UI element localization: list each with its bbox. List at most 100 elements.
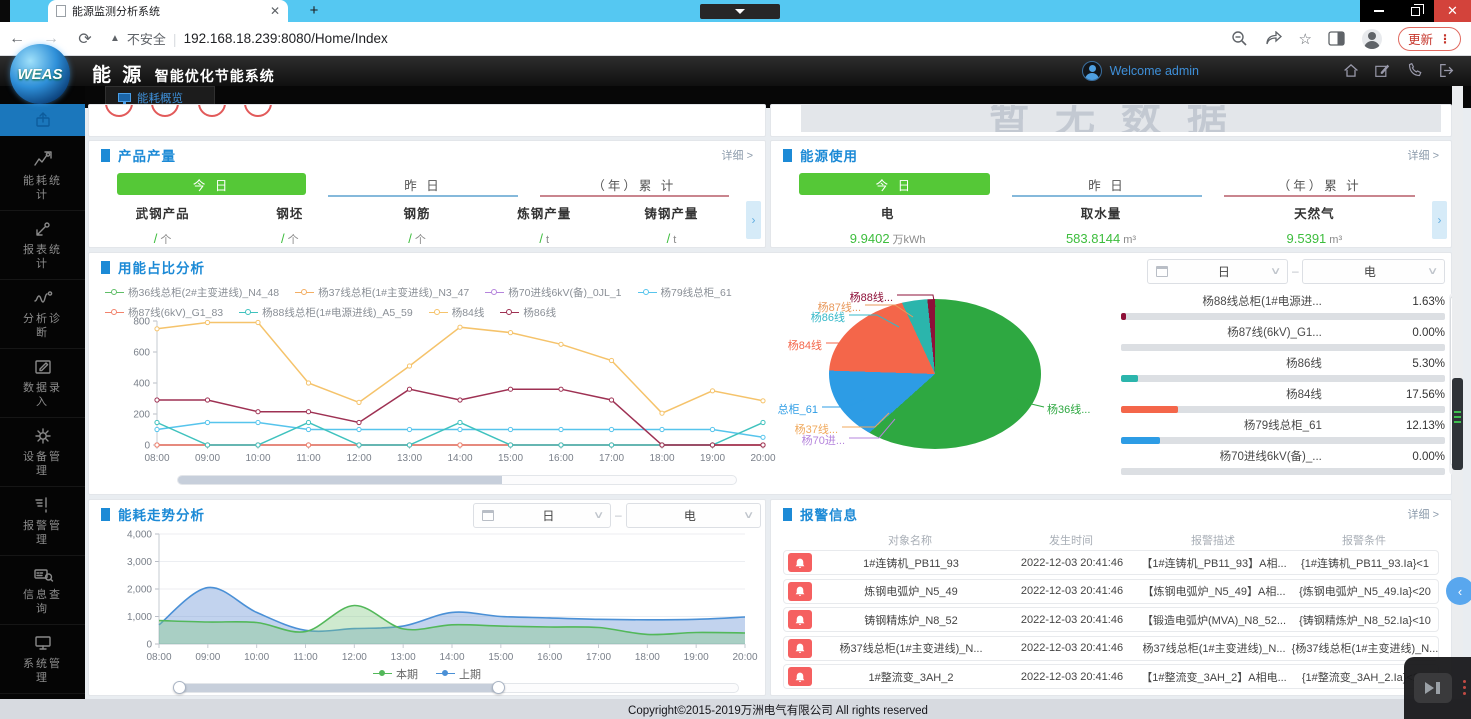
edit-icon[interactable] xyxy=(1375,63,1393,79)
alarm-desc: 【锻造电弧炉(MVA)_N8_52... xyxy=(1140,612,1288,628)
titlebar-dropdown-button[interactable] xyxy=(700,4,780,19)
pie-label: 杨86线 xyxy=(811,309,845,325)
logout-icon[interactable] xyxy=(1439,63,1457,79)
window-controls: ✕ xyxy=(1360,0,1471,22)
alarm-time: 2022-12-03 20:41:46 xyxy=(1004,585,1140,597)
share-icon[interactable] xyxy=(1265,30,1283,48)
legend-item[interactable]: 杨70进线6kV(备)_0JL_1 xyxy=(485,285,621,300)
gauge-icon xyxy=(151,104,179,117)
legend-dot-icon xyxy=(373,669,392,679)
sidebar-item-信息查询[interactable]: 信息查询 xyxy=(0,556,85,625)
recorder-pip-icon[interactable] xyxy=(1414,673,1452,703)
detail-link[interactable]: 详细 > xyxy=(722,147,753,163)
side-panel-icon[interactable] xyxy=(1328,30,1346,48)
svg-text:10:00: 10:00 xyxy=(245,453,270,464)
stat-钢筋: 钢筋 /个 xyxy=(353,203,480,247)
alarm-row[interactable]: 杨37线总柜(1#主变进线)_N... 2022-12-03 20:41:46 … xyxy=(783,636,1439,661)
legend-item[interactable]: 杨37线总柜(1#主变进线)_N3_47 xyxy=(295,285,469,300)
collapse-panel-button[interactable]: ‹ xyxy=(1446,577,1471,605)
browser-tab[interactable]: 能源监测分析系统 ✕ xyxy=(48,0,288,22)
scrollbar-thumb[interactable] xyxy=(1452,378,1463,470)
datazoom-handle[interactable] xyxy=(173,681,186,694)
gear-icon xyxy=(0,425,85,447)
tab-（年）累计[interactable]: （年）累 计 xyxy=(1224,173,1415,195)
menu-dots-icon[interactable]: ⋮ xyxy=(1439,32,1451,46)
restore-button[interactable] xyxy=(1397,0,1434,22)
page-scrollbar[interactable] xyxy=(1452,86,1463,699)
alarm-bell-icon xyxy=(788,639,812,658)
url-text[interactable]: 192.168.18.239:8080/Home/Index xyxy=(184,31,388,46)
line-chart-datazoom[interactable] xyxy=(177,475,737,485)
gauge-icon xyxy=(244,104,272,117)
tab-今日[interactable]: 今 日 xyxy=(799,173,990,195)
address-bar[interactable]: ▲ 不安全 | 192.168.18.239:8080/Home/Index xyxy=(110,29,1231,48)
carousel-next-button[interactable]: › xyxy=(746,201,761,239)
update-button[interactable]: 更新 ⋮ xyxy=(1398,27,1461,51)
svg-text:19:00: 19:00 xyxy=(684,652,709,663)
alarm-condition: {炼钢电弧炉_N5_49.Ia}<20 xyxy=(1288,583,1442,599)
welcome-user[interactable]: Welcome admin xyxy=(1082,61,1199,81)
warning-icon: ▲ xyxy=(110,33,120,44)
alarm-bell-icon xyxy=(788,667,812,686)
usage-share-pie-chart xyxy=(829,299,1041,449)
product-stats: 武钢产品 /个钢坯 /个钢筋 /个炼钢产量 /t铸钢产量 /t xyxy=(99,203,735,247)
copyright-text: Copyright©2015-2019万洲电气有限公司 All rights r… xyxy=(85,702,1471,718)
select-separator: – xyxy=(615,508,622,522)
tab-昨日[interactable]: 昨 日 xyxy=(328,173,517,195)
sidebar-item-overview[interactable] xyxy=(0,104,85,136)
sidebar-item-报表统计[interactable]: 报表统计 xyxy=(0,211,85,280)
alarm-row[interactable]: 1#整流变_3AH_2 2022-12-03 20:41:46 【1#整流变_3… xyxy=(783,664,1439,689)
svg-text:20:00: 20:00 xyxy=(750,453,775,464)
datazoom-handle[interactable] xyxy=(492,681,505,694)
tab-昨日[interactable]: 昨 日 xyxy=(1012,173,1203,195)
zoom-icon[interactable] xyxy=(1231,30,1249,48)
legend-item-本期[interactable]: 本期 xyxy=(373,666,418,682)
sidebar-item-数据录入[interactable]: 数据录入 xyxy=(0,349,85,418)
alarm-row[interactable]: 炼钢电弧炉_N5_49 2022-12-03 20:41:46 【炼钢电弧炉_N… xyxy=(783,579,1439,604)
legend-item[interactable]: 杨79线总柜_61 xyxy=(638,285,732,300)
tab-（年）累计[interactable]: （年）累 计 xyxy=(540,173,729,195)
svg-text:14:00: 14:00 xyxy=(439,652,464,663)
period-select[interactable]: 日 ∨ xyxy=(473,503,611,528)
recorder-menu-dots-icon[interactable] xyxy=(1463,677,1466,698)
detail-link[interactable]: 详细 > xyxy=(1408,147,1439,163)
phone-icon[interactable] xyxy=(1407,63,1425,79)
legend-line-icon xyxy=(105,288,124,298)
line-chart-icon xyxy=(0,149,85,171)
svg-text:19:00: 19:00 xyxy=(700,453,725,464)
sidebar-item-分析诊断[interactable]: 分析诊断 xyxy=(0,280,85,349)
bookmark-star-icon[interactable]: ☆ xyxy=(1299,30,1312,48)
svg-text:11:00: 11:00 xyxy=(293,652,318,663)
legend-item[interactable]: 杨36线总柜(2#主变进线)_N4_48 xyxy=(105,285,279,300)
close-button[interactable]: ✕ xyxy=(1434,0,1471,22)
legend-item-上期[interactable]: 上期 xyxy=(436,666,481,682)
alarm-desc: 杨37线总柜(1#主变进线)_N... xyxy=(1140,640,1288,656)
sidebar-item-系统管理[interactable]: 系统管理 xyxy=(0,625,85,694)
sidebar-item-设备管理[interactable]: 设备管理 xyxy=(0,418,85,487)
period-select[interactable]: 日 ∨ xyxy=(1147,259,1288,284)
svg-text:11:00: 11:00 xyxy=(296,453,321,464)
alarm-table-rows: 1#连铸机_PB11_93 2022-12-03 20:41:46 【1#连铸机… xyxy=(783,550,1439,693)
recorder-overlay xyxy=(1404,657,1471,719)
reload-icon[interactable]: ⟳ xyxy=(68,29,102,49)
ranking-item: 杨88线总柜(1#电源进... 1.63% xyxy=(1121,293,1445,323)
sidebar-item-能耗统计[interactable]: 能耗统计 xyxy=(0,142,85,211)
energy-type-select[interactable]: 电 ∨ xyxy=(1302,259,1445,284)
tab-close-icon[interactable]: ✕ xyxy=(270,4,280,18)
alarm-row[interactable]: 1#连铸机_PB11_93 2022-12-03 20:41:46 【1#连铸机… xyxy=(783,550,1439,575)
alarm-row[interactable]: 铸钢精炼炉_N8_52 2022-12-03 20:41:46 【锻造电弧炉(M… xyxy=(783,607,1439,632)
energy-type-select[interactable]: 电 ∨ xyxy=(626,503,761,528)
ranking-item: 杨70进线6kV(备)_... 0.00% xyxy=(1121,448,1445,478)
minimize-button[interactable] xyxy=(1360,0,1397,22)
alarm-table-header: 对象名称发生时间报警描述报警条件 xyxy=(783,532,1439,548)
browser-profile-icon[interactable] xyxy=(1362,29,1382,49)
security-label[interactable]: 不安全 xyxy=(127,29,166,48)
sidebar-item-报警管理[interactable]: 报警管理 xyxy=(0,487,85,556)
panel-title: 用能占比分析 xyxy=(118,257,205,277)
carousel-next-button[interactable]: › xyxy=(1432,201,1447,239)
trend-chart-datazoom[interactable] xyxy=(177,683,739,693)
detail-link[interactable]: 详细 > xyxy=(1408,506,1439,522)
new-tab-button[interactable]: + xyxy=(306,3,322,19)
tab-今日[interactable]: 今 日 xyxy=(117,173,306,195)
home-icon[interactable] xyxy=(1343,63,1361,79)
